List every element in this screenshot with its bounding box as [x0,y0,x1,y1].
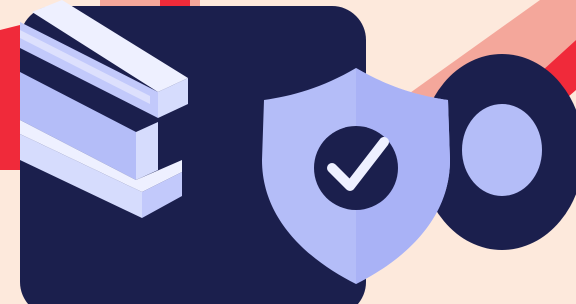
illustration-canvas [0,0,576,304]
beam-web-side [136,122,158,180]
illustration-scene [0,0,576,304]
washer-hole [462,104,542,196]
